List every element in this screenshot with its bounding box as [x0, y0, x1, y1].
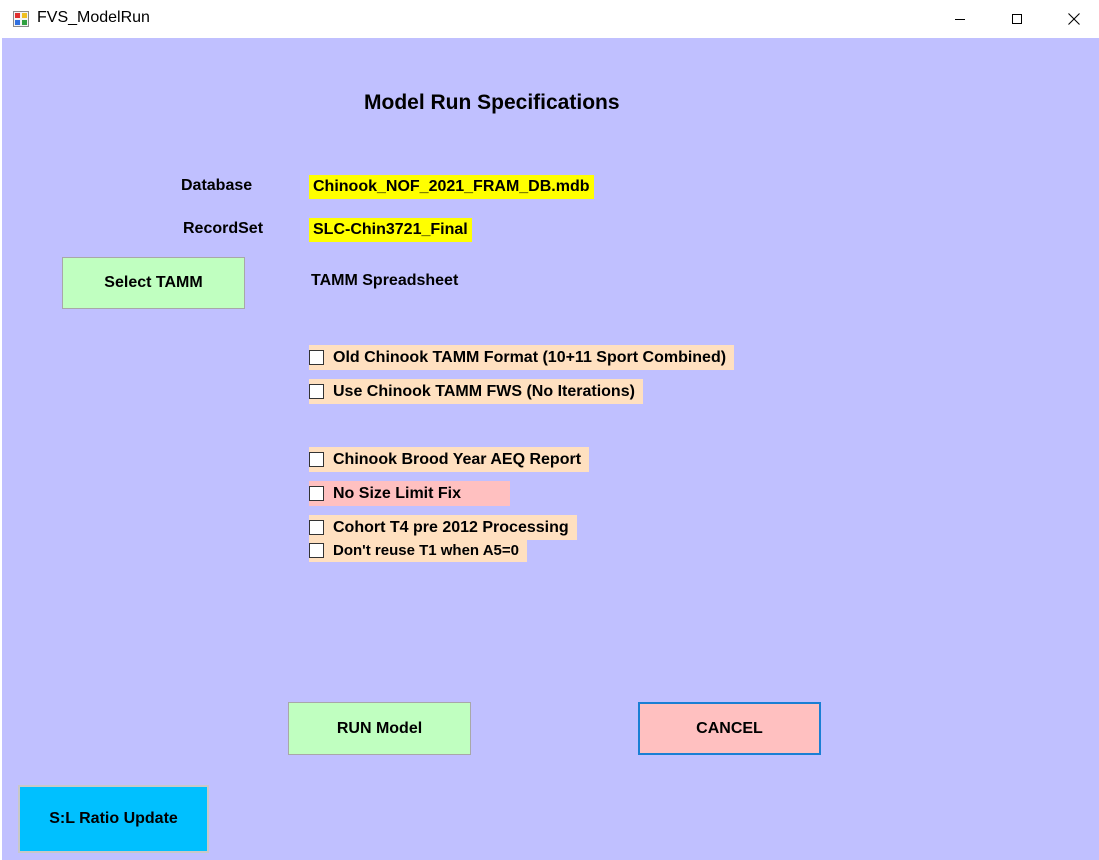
dont-reuse-t1-checkbox[interactable]: Don't reuse T1 when A5=0: [309, 538, 527, 562]
database-value: Chinook_NOF_2021_FRAM_DB.mdb: [309, 175, 594, 199]
brood-year-aeq-report-checkbox[interactable]: Chinook Brood Year AEQ Report: [309, 447, 590, 472]
cancel-button[interactable]: CANCEL: [638, 702, 821, 755]
minimize-icon: [955, 19, 965, 20]
checkbox-box[interactable]: [309, 486, 324, 501]
minimize-button[interactable]: [931, 0, 989, 38]
checkbox-box[interactable]: [309, 520, 324, 535]
checkbox-label: Chinook Brood Year AEQ Report: [333, 450, 582, 468]
select-tamm-button[interactable]: Select TAMM: [62, 257, 245, 309]
checkbox-box[interactable]: [309, 542, 324, 558]
tamm-spreadsheet-label: TAMM Spreadsheet: [311, 272, 459, 289]
app-icon: [13, 11, 29, 27]
old-chinook-tamm-format-checkbox[interactable]: Old Chinook TAMM Format (10+11 Sport Com…: [309, 345, 735, 370]
title-bar: FVS_ModelRun: [0, 0, 1099, 38]
window-title: FVS_ModelRun: [37, 9, 150, 26]
checkbox-label: Old Chinook TAMM Format (10+11 Sport Com…: [333, 348, 727, 366]
page-title: Model Run Specifications: [364, 91, 620, 114]
close-icon: [1068, 13, 1080, 25]
checkbox-label: Cohort T4 pre 2012 Processing: [333, 518, 569, 536]
cohort-t4-pre-2012-checkbox[interactable]: Cohort T4 pre 2012 Processing: [309, 515, 577, 540]
checkbox-label: Don't reuse T1 when A5=0: [333, 541, 519, 559]
checkbox-box[interactable]: [309, 384, 324, 399]
checkbox-box[interactable]: [309, 452, 324, 467]
recordset-label: RecordSet: [183, 220, 264, 237]
checkbox-label: Use Chinook TAMM FWS (No Iterations): [333, 382, 635, 400]
maximize-button[interactable]: [988, 0, 1046, 38]
recordset-value: SLC-Chin3721_Final: [309, 218, 472, 242]
close-button[interactable]: [1045, 0, 1099, 38]
no-size-limit-fix-checkbox[interactable]: No Size Limit Fix: [309, 481, 510, 506]
checkbox-label: No Size Limit Fix: [333, 484, 462, 502]
sl-ratio-update-button[interactable]: S:L Ratio Update: [18, 785, 209, 853]
maximize-icon: [1012, 14, 1022, 24]
database-label: Database: [181, 177, 253, 194]
use-chinook-tamm-fws-checkbox[interactable]: Use Chinook TAMM FWS (No Iterations): [309, 379, 643, 404]
checkbox-box[interactable]: [309, 350, 324, 365]
run-model-button[interactable]: RUN Model: [288, 702, 471, 755]
